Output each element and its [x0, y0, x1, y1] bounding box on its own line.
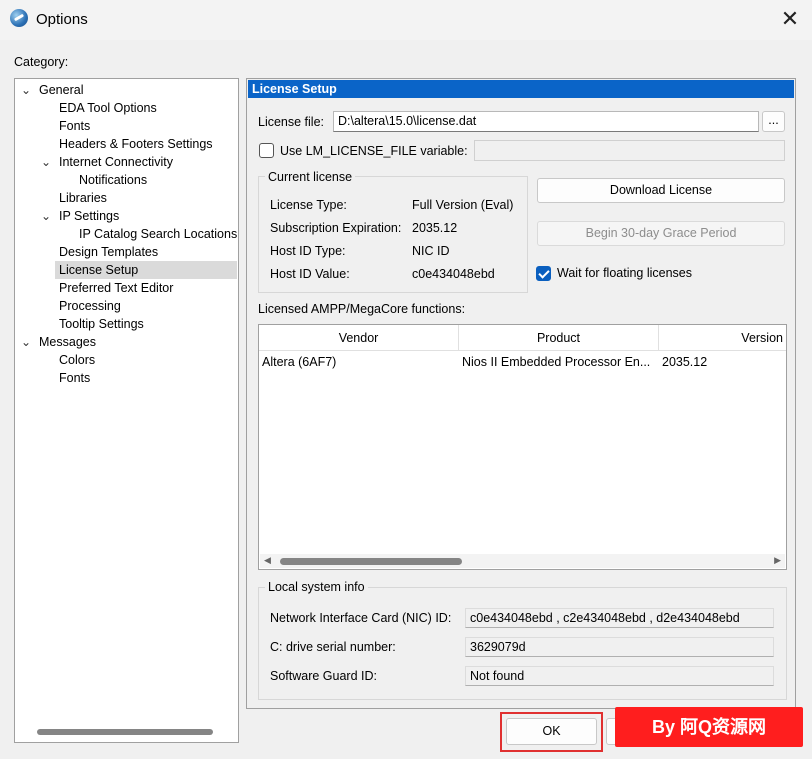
software-guard-label: Software Guard ID: — [270, 669, 377, 683]
license-type-value: Full Version (Eval) — [412, 198, 514, 212]
tree-item-label: Headers & Footers Settings — [59, 137, 213, 151]
subscription-expiration-label: Subscription Expiration: — [270, 221, 402, 235]
table-cell-vendor[interactable]: Altera (6AF7) — [262, 352, 457, 372]
tree-item-label: Processing — [59, 299, 121, 313]
tree-item-message-fonts[interactable]: Fonts — [15, 369, 237, 387]
tree-item-label: Design Templates — [59, 245, 159, 259]
tree-item-eda-tool-options[interactable]: EDA Tool Options — [15, 99, 237, 117]
tree-item-headers-footers[interactable]: Headers & Footers Settings — [15, 135, 237, 153]
tree-item-colors[interactable]: Colors — [15, 351, 237, 369]
scroll-thumb[interactable] — [280, 558, 462, 565]
use-lm-license-label: Use LM_LICENSE_FILE variable: — [280, 144, 468, 158]
column-header-vendor[interactable]: Vendor — [259, 325, 459, 351]
use-lm-license-checkbox[interactable] — [259, 143, 274, 158]
current-license-title: Current license — [265, 170, 356, 184]
tree-item-label: Internet Connectivity — [59, 155, 173, 169]
scroll-left-icon[interactable]: ◀ — [264, 555, 271, 566]
tree-item-preferred-text-editor[interactable]: Preferred Text Editor — [15, 279, 237, 297]
download-license-button[interactable]: Download License — [537, 178, 785, 203]
tree-item-label: Fonts — [59, 371, 91, 385]
drive-serial-value: 3629079d — [465, 637, 774, 657]
table-horizontal-scrollbar[interactable]: ◀ ▶ — [260, 554, 785, 568]
license-type-label: License Type: — [270, 198, 347, 212]
host-id-type-value: NIC ID — [412, 244, 450, 258]
local-system-info-title: Local system info — [265, 580, 368, 594]
host-id-value-label: Host ID Value: — [270, 267, 350, 281]
tree-item-label: General — [39, 83, 84, 97]
tree-item-label: Fonts — [59, 119, 91, 133]
tree-item-label: License Setup — [59, 263, 139, 277]
tree-item-general[interactable]: ⌄ General — [15, 81, 237, 99]
tree-item-ip-catalog-search[interactable]: IP Catalog Search Locations — [15, 225, 237, 243]
tree-item-label: Libraries — [59, 191, 107, 205]
license-setup-panel: License Setup License file: D:\altera\15… — [246, 78, 796, 709]
chevron-down-icon[interactable]: ⌄ — [19, 333, 33, 351]
license-file-input[interactable]: D:\altera\15.0\license.dat — [333, 111, 759, 132]
chevron-down-icon[interactable]: ⌄ — [19, 81, 33, 99]
browse-button[interactable]: ... — [762, 111, 785, 132]
tree-item-ip-settings[interactable]: ⌄ IP Settings — [15, 207, 237, 225]
category-label: Category: — [14, 55, 69, 69]
license-file-label: License file: — [258, 115, 325, 129]
tree-item-label: IP Settings — [59, 209, 120, 223]
chevron-down-icon[interactable]: ⌄ — [39, 153, 53, 171]
ok-button[interactable]: OK — [506, 718, 597, 745]
nic-id-label: Network Interface Card (NIC) ID: — [270, 611, 452, 625]
licensed-functions-label: Licensed AMPP/MegaCore functions: — [258, 302, 466, 316]
tree-item-internet-connectivity[interactable]: ⌄ Internet Connectivity — [15, 153, 237, 171]
title-bar: Options ✕ — [0, 0, 812, 40]
tree-item-label: Messages — [39, 335, 96, 349]
wait-floating-label: Wait for floating licenses — [557, 266, 693, 280]
tree-item-processing[interactable]: Processing — [15, 297, 237, 315]
tree-item-design-templates[interactable]: Design Templates — [15, 243, 237, 261]
tree-item-label: Colors — [59, 353, 96, 367]
subscription-expiration-value: 2035.12 — [412, 221, 458, 235]
tree-item-libraries[interactable]: Libraries — [15, 189, 237, 207]
tree-item-label: Notifications — [79, 173, 148, 187]
window-title: Options — [36, 11, 88, 28]
tree-item-label: Tooltip Settings — [59, 317, 144, 331]
host-id-value: c0e434048ebd — [412, 267, 495, 281]
chevron-down-icon[interactable]: ⌄ — [39, 207, 53, 225]
scroll-right-icon[interactable]: ▶ — [774, 555, 781, 566]
host-id-type-label: Host ID Type: — [270, 244, 346, 258]
licensed-functions-table[interactable]: Vendor Product Version Altera (6AF7) Nio… — [258, 324, 787, 570]
grace-period-button: Begin 30-day Grace Period — [537, 221, 785, 246]
tree-horizontal-scrollbar[interactable] — [37, 729, 213, 735]
tree-item-tooltip-settings[interactable]: Tooltip Settings — [15, 315, 237, 333]
column-header-product[interactable]: Product — [459, 325, 659, 351]
table-cell-version[interactable]: 2035.12 — [662, 352, 782, 372]
watermark-badge: By 阿Q资源网 — [615, 707, 803, 747]
lm-license-variable-input — [474, 140, 785, 161]
nic-id-value: c0e434048ebd , c2e434048ebd , d2e434048e… — [465, 608, 774, 628]
column-header-version[interactable]: Version — [659, 325, 786, 351]
panel-header: License Setup — [248, 80, 794, 98]
tree-item-label: Preferred Text Editor — [59, 281, 174, 295]
category-tree[interactable]: ⌄ General EDA Tool Options Fonts Headers… — [14, 78, 239, 743]
tree-item-label: IP Catalog Search Locations — [79, 227, 238, 241]
drive-serial-label: C: drive serial number: — [270, 640, 396, 654]
tree-item-messages[interactable]: ⌄ Messages — [15, 333, 237, 351]
tree-item-label: EDA Tool Options — [59, 101, 157, 115]
close-icon[interactable]: ✕ — [778, 4, 802, 34]
tree-item-license-setup[interactable]: License Setup — [55, 261, 237, 279]
app-logo-icon — [10, 9, 28, 27]
software-guard-value: Not found — [465, 666, 774, 686]
tree-item-fonts[interactable]: Fonts — [15, 117, 237, 135]
table-cell-product[interactable]: Nios II Embedded Processor En... — [462, 352, 657, 372]
wait-floating-checkbox[interactable] — [536, 266, 551, 281]
tree-item-notifications[interactable]: Notifications — [15, 171, 237, 189]
